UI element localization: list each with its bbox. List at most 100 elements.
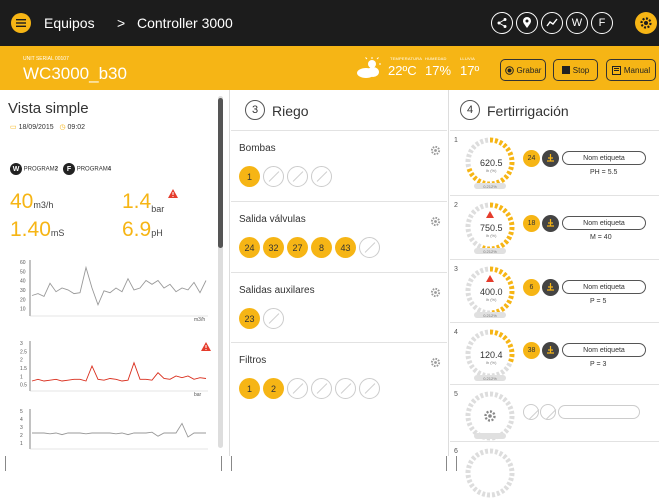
gauge-segment xyxy=(471,238,473,240)
gauge-segment xyxy=(511,167,512,170)
gauge-segment xyxy=(469,346,470,349)
output-on-indicator[interactable]: 8 xyxy=(311,237,332,258)
output-on-indicator[interactable]: 32 xyxy=(263,237,284,258)
left-scrollbar[interactable] xyxy=(218,96,223,448)
group-settings-gear-icon[interactable] xyxy=(430,214,441,225)
output-off-indicator[interactable] xyxy=(359,378,380,399)
w-program-badge: W xyxy=(10,163,22,175)
output-on-indicator[interactable]: 43 xyxy=(335,237,356,258)
gauge-segment xyxy=(511,359,512,362)
chart-alert-icon xyxy=(201,338,211,356)
manual-button[interactable]: Manual xyxy=(606,59,656,81)
gauge-segment xyxy=(510,407,511,410)
gauge-segment xyxy=(508,237,509,240)
output-on-indicator[interactable]: 27 xyxy=(287,237,308,258)
share-icon[interactable] xyxy=(491,12,513,34)
chart-y-tick-label: 2.5 xyxy=(20,349,27,355)
breadcrumb-equipos[interactable]: Equipos xyxy=(44,15,95,31)
gauge-segment xyxy=(473,338,475,340)
tank-volume-value: 400.0 xyxy=(480,287,503,297)
output-off-indicator[interactable] xyxy=(311,166,332,187)
tag-name-pill[interactable]: Nom etiqueta xyxy=(562,343,646,357)
gauge-segment xyxy=(469,361,470,364)
tag-name-pill[interactable]: Nom etiqueta xyxy=(562,280,646,294)
tank-percentage: 0.212% xyxy=(474,183,506,189)
fertilizer-tank-icon xyxy=(542,279,559,296)
gauge-segment xyxy=(492,494,495,495)
stop-button[interactable]: Stop xyxy=(553,59,598,81)
f-program-button[interactable]: F xyxy=(591,12,613,34)
output-off-indicator[interactable] xyxy=(263,166,284,187)
location-icon[interactable] xyxy=(516,12,538,34)
w-program-button[interactable]: W xyxy=(566,12,588,34)
output-off-indicator[interactable] xyxy=(311,378,332,399)
manual-icon xyxy=(612,66,621,75)
gauge-segment xyxy=(485,332,488,333)
gauge-segment xyxy=(468,293,469,296)
output-on-indicator[interactable]: 1 xyxy=(239,166,260,187)
tag-name-pill[interactable]: Nom etiqueta xyxy=(562,151,646,165)
temperature-value: 22ºC xyxy=(388,63,417,78)
gauge-segment xyxy=(478,309,481,310)
chart-y-tick-label: 20 xyxy=(20,297,26,303)
gauge-segment xyxy=(510,464,511,467)
group-settings-gear-icon[interactable] xyxy=(430,355,441,366)
gauge-segment xyxy=(504,274,506,276)
scrollbar-thumb[interactable] xyxy=(218,98,223,248)
top-navigation-bar: Equipos > Controller 3000 W F xyxy=(0,0,659,46)
output-on-indicator[interactable]: 2 xyxy=(263,378,284,399)
group-settings-gear-icon[interactable] xyxy=(430,143,441,154)
gauge-segment xyxy=(471,484,473,486)
time-value: 09:02 xyxy=(68,124,86,131)
gauge-segment xyxy=(501,490,503,492)
gauge-segment xyxy=(471,302,473,304)
chart-y-tick-label: 5 xyxy=(20,409,23,415)
record-button[interactable]: Grabar xyxy=(500,59,546,81)
fertigation-row[interactable]: 4120.4lh (%)0.212%38Nom etiquetaP = 3 xyxy=(450,322,659,384)
tank-percentage: 0.212% xyxy=(474,248,506,254)
gauge-segment xyxy=(476,143,478,145)
gauge-segment xyxy=(469,219,470,222)
kpi-ph: 6.9pH xyxy=(122,218,163,242)
output-on-indicator[interactable]: 1 xyxy=(239,378,260,399)
gauge-segment xyxy=(504,210,506,212)
gauge-segment xyxy=(511,411,512,414)
output-on-indicator[interactable]: 23 xyxy=(239,308,260,329)
footer-divider xyxy=(231,456,232,471)
kpi-flow-value: 40 xyxy=(10,190,33,213)
gauge-segment xyxy=(497,493,500,494)
gauge-segment xyxy=(474,488,476,490)
fertigation-row[interactable]: 3400.0lh (%)0.212%6Nom etiquetaP = 5 xyxy=(450,259,659,322)
gauge-segment xyxy=(511,232,512,235)
fertigation-row[interactable]: 2750.5lh (%)0.212%18Nom etiquetaM = 40 xyxy=(450,195,659,259)
gauge-segment xyxy=(469,169,470,172)
gauge-segment xyxy=(510,345,511,348)
output-on-indicator[interactable]: 24 xyxy=(239,237,260,258)
output-off-indicator[interactable] xyxy=(263,308,284,329)
fertigation-row[interactable]: 1620.5lh (%)0.212%24Nom etiquetaPH = 5.5 xyxy=(450,130,659,195)
output-off-indicator[interactable] xyxy=(359,237,380,258)
output-off-indicator[interactable] xyxy=(335,378,356,399)
record-icon xyxy=(505,66,514,75)
fertigation-row[interactable]: 6 xyxy=(450,441,659,471)
tag-name-pill[interactable]: Nom etiqueta xyxy=(562,216,646,230)
trend-icon[interactable] xyxy=(541,12,563,34)
output-off-indicator[interactable] xyxy=(287,166,308,187)
gauge-segment xyxy=(501,244,503,246)
gear-icon[interactable] xyxy=(635,12,657,34)
gauge-segment xyxy=(485,269,488,270)
output-off-indicator[interactable] xyxy=(287,378,308,399)
tank-volume-unit: lh (%) xyxy=(486,297,496,302)
gauge-segment xyxy=(473,275,475,277)
configure-gear-icon[interactable] xyxy=(483,409,497,428)
gauge-segment xyxy=(505,487,507,489)
chart-y-tick-label: 50 xyxy=(20,269,26,275)
tag-name-pill-empty[interactable] xyxy=(558,405,640,419)
gauge-segment xyxy=(474,306,476,308)
menu-icon[interactable] xyxy=(11,13,31,33)
fertilizer-tank-icon xyxy=(542,215,559,232)
group-settings-gear-icon[interactable] xyxy=(430,285,441,296)
gauge-segment xyxy=(511,157,512,160)
fertigation-row[interactable]: 5 xyxy=(450,384,659,441)
gauge-segment xyxy=(505,305,507,307)
